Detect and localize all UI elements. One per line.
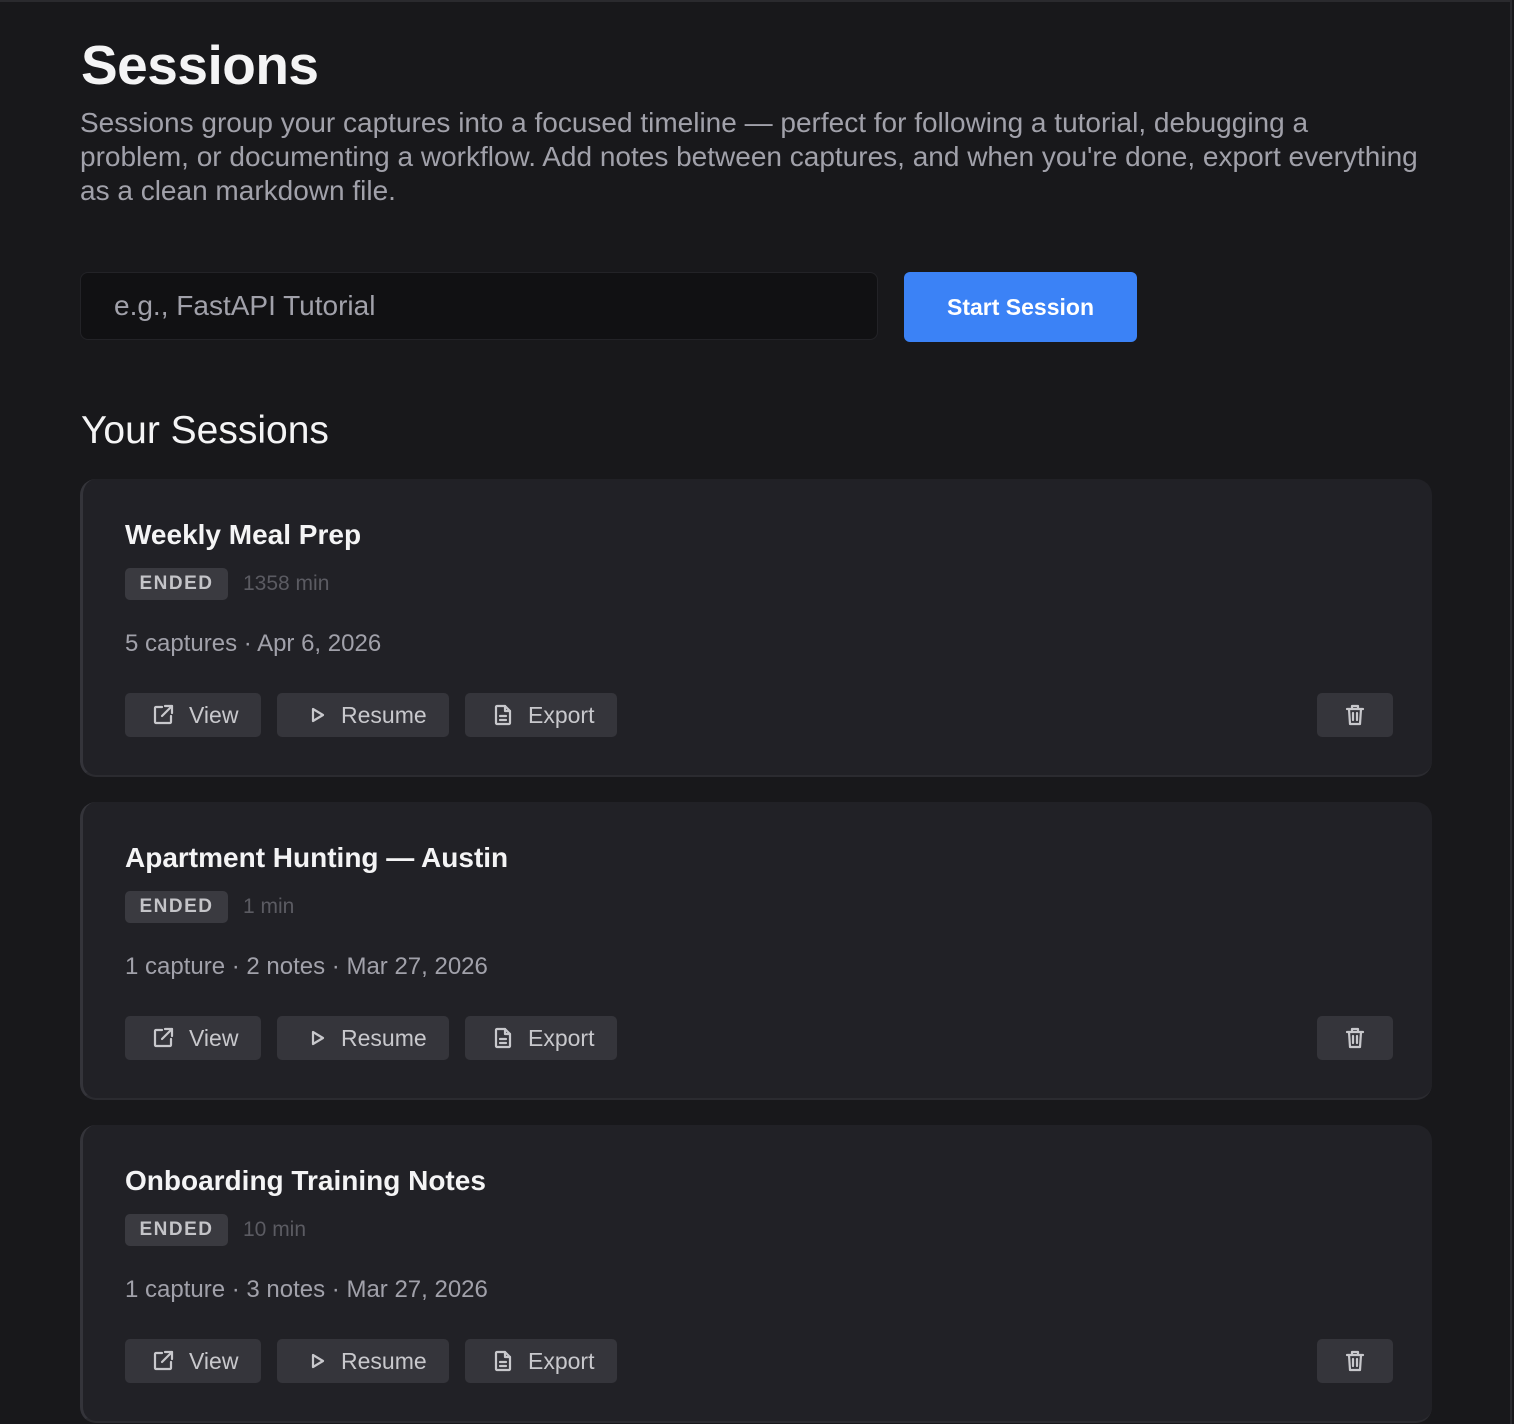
- export-label: Export: [528, 1025, 595, 1051]
- session-meta: 1 capture · 3 notes · Mar 27, 2026: [125, 1276, 488, 1303]
- view-button[interactable]: View: [125, 1016, 261, 1060]
- resume-button[interactable]: Resume: [277, 693, 449, 737]
- external-link-icon: [151, 703, 175, 727]
- page-description: Sessions group your captures into a focu…: [80, 107, 1418, 206]
- trash-icon: [1343, 703, 1367, 727]
- view-label: View: [189, 1348, 239, 1374]
- external-link-icon: [151, 1349, 175, 1373]
- session-duration: 10 min: [243, 1218, 307, 1241]
- export-label: Export: [528, 702, 595, 728]
- resume-label: Resume: [341, 1348, 427, 1374]
- session-meta: 1 capture · 2 notes · Mar 27, 2026: [125, 953, 488, 980]
- app-window: Sessions Sessions group your captures in…: [0, 0, 1512, 1424]
- delete-button[interactable]: [1317, 1339, 1393, 1383]
- status-badge: ENDED: [125, 568, 228, 600]
- session-card: Onboarding Training Notes ENDED 10 min 1…: [80, 1125, 1432, 1423]
- play-icon: [305, 1349, 329, 1373]
- export-label: Export: [528, 1348, 595, 1374]
- play-icon: [305, 1026, 329, 1050]
- view-label: View: [189, 702, 239, 728]
- session-title: Onboarding Training Notes: [125, 1165, 486, 1196]
- export-button[interactable]: Export: [465, 693, 617, 737]
- trash-icon: [1343, 1026, 1367, 1050]
- trash-icon: [1343, 1349, 1367, 1373]
- page-title: Sessions: [81, 34, 319, 96]
- external-link-icon: [151, 1026, 175, 1050]
- play-icon: [305, 703, 329, 727]
- delete-button[interactable]: [1317, 1016, 1393, 1060]
- status-badge: ENDED: [125, 1214, 228, 1246]
- session-card: Weekly Meal Prep ENDED 1358 min 5 captur…: [80, 479, 1432, 777]
- view-button[interactable]: View: [125, 693, 261, 737]
- view-button[interactable]: View: [125, 1339, 261, 1383]
- resume-button[interactable]: Resume: [277, 1016, 449, 1060]
- session-title: Weekly Meal Prep: [125, 519, 362, 550]
- resume-label: Resume: [341, 1025, 427, 1051]
- document-icon: [491, 703, 515, 727]
- session-name-input[interactable]: [80, 272, 878, 340]
- start-session-button[interactable]: Start Session: [904, 272, 1137, 342]
- delete-button[interactable]: [1317, 693, 1393, 737]
- export-button[interactable]: Export: [465, 1339, 617, 1383]
- session-title: Apartment Hunting — Austin: [125, 842, 509, 873]
- new-session-form: Start Session: [80, 272, 1137, 342]
- document-icon: [491, 1349, 515, 1373]
- export-button[interactable]: Export: [465, 1016, 617, 1060]
- status-badge: ENDED: [125, 891, 228, 923]
- view-label: View: [189, 1025, 239, 1051]
- resume-label: Resume: [341, 702, 427, 728]
- session-card: Apartment Hunting — Austin ENDED 1 min 1…: [80, 802, 1432, 1100]
- session-duration: 1358 min: [243, 572, 330, 595]
- resume-button[interactable]: Resume: [277, 1339, 449, 1383]
- your-sessions-heading: Your Sessions: [81, 409, 329, 452]
- document-icon: [491, 1026, 515, 1050]
- session-meta: 5 captures · Apr 6, 2026: [125, 630, 382, 657]
- session-duration: 1 min: [243, 895, 295, 918]
